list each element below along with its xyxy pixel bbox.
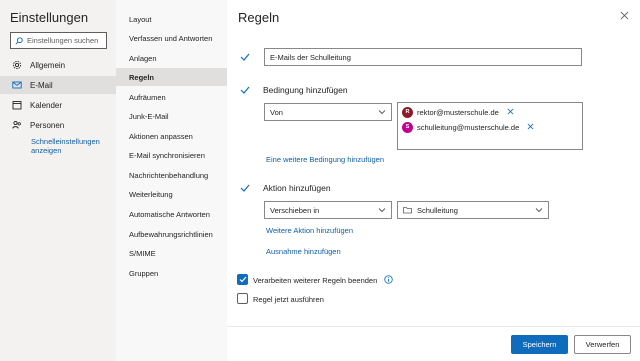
chevron-down-icon	[535, 206, 543, 214]
action-select[interactable]: Verschieben in	[264, 201, 392, 219]
action-label: Aktion hinzufügen	[263, 183, 331, 193]
nav-item-smime[interactable]: S/MIME	[116, 244, 227, 262]
nav-item-junk[interactable]: Junk-E-Mail	[116, 107, 227, 125]
category-label: Allgemein	[30, 60, 66, 70]
nav-item-aufraeumen[interactable]: Aufräumen	[116, 88, 227, 106]
nav-item-regeln[interactable]: Regeln	[116, 68, 227, 86]
avatar: R	[402, 106, 413, 118]
category-allgemein[interactable]: Allgemein	[0, 56, 116, 74]
folder-select[interactable]: Schulleitung	[397, 201, 549, 219]
gear-icon	[12, 60, 22, 70]
quick-settings-link[interactable]: Schnelleinstellungen anzeigen	[31, 137, 111, 155]
condition-select[interactable]: Von	[264, 103, 392, 121]
action-select-value: Verschieben in	[270, 205, 320, 215]
nav-item-anlagen[interactable]: Anlagen	[116, 49, 227, 67]
settings-title: Einstellungen	[10, 10, 89, 25]
nav-item-auto-antworten[interactable]: Automatische Antworten	[116, 205, 227, 223]
remove-recipient-icon[interactable]	[527, 123, 535, 131]
nav-item-layout[interactable]: Layout	[116, 10, 227, 28]
calendar-icon	[12, 100, 22, 110]
rule-name-input[interactable]: E-Mails der Schulleitung	[264, 48, 582, 66]
info-icon[interactable]	[384, 275, 393, 284]
avatar: S	[402, 121, 413, 133]
recipient-email: rektor@musterschule.de	[417, 107, 499, 117]
page-title: Regeln	[238, 10, 280, 25]
recipient-chip: S schulleitung@musterschule.de	[402, 121, 535, 133]
add-exception-link[interactable]: Ausnahme hinzufügen	[266, 247, 341, 256]
settings-sidebar: Einstellungen Einstellungen suchen Allge…	[0, 0, 116, 361]
condition-select-value: Von	[270, 107, 283, 117]
category-email[interactable]: E-Mail	[0, 76, 116, 94]
mail-settings-nav: Layout Verfassen und Antworten Anlagen R…	[116, 0, 227, 361]
run-now-checkbox[interactable]	[237, 293, 248, 304]
discard-button[interactable]: Verwerfen	[574, 335, 631, 354]
category-personen[interactable]: Personen	[0, 116, 116, 134]
mail-icon	[12, 80, 22, 90]
search-icon	[15, 36, 23, 45]
condition-label: Bedingung hinzufügen	[263, 85, 348, 95]
footer-divider	[227, 326, 640, 327]
nav-item-verfassen[interactable]: Verfassen und Antworten	[116, 29, 227, 47]
add-action-link[interactable]: Weitere Aktion hinzufügen	[266, 226, 353, 235]
category-kalender[interactable]: Kalender	[0, 96, 116, 114]
run-now-label: Regel jetzt ausführen	[253, 295, 324, 304]
chevron-down-icon	[378, 108, 386, 116]
recipient-chip: R rektor@musterschule.de	[402, 106, 515, 118]
checkmark-icon	[239, 51, 251, 63]
folder-select-value: Schulleitung	[417, 205, 458, 215]
add-condition-link[interactable]: Eine weitere Bedingung hinzufügen	[266, 155, 384, 164]
stop-processing-checkbox[interactable]	[237, 274, 248, 285]
chevron-down-icon	[378, 206, 386, 214]
folder-select-content: Schulleitung	[403, 206, 458, 215]
settings-search-input[interactable]: Einstellungen suchen	[10, 32, 107, 49]
checkmark-icon	[239, 182, 251, 194]
folder-icon	[403, 206, 412, 214]
nav-item-aktionen[interactable]: Aktionen anpassen	[116, 127, 227, 145]
category-label: E-Mail	[30, 80, 53, 90]
close-button[interactable]	[618, 10, 630, 22]
nav-item-weiterleitung[interactable]: Weiterleitung	[116, 185, 227, 203]
nav-item-gruppen[interactable]: Gruppen	[116, 264, 227, 282]
rule-editor: Regeln E-Mails der Schulleitung Bedingun…	[227, 0, 640, 361]
close-icon	[620, 11, 629, 22]
nav-item-aufbewahrung[interactable]: Aufbewahrungsrichtlinien	[116, 225, 227, 243]
category-label: Personen	[30, 120, 65, 130]
search-placeholder: Einstellungen suchen	[27, 36, 99, 45]
nav-item-nachrichten[interactable]: Nachrichtenbehandlung	[116, 166, 227, 184]
sender-recipient-field[interactable]: R rektor@musterschule.de S schulleitung@…	[397, 102, 583, 150]
category-label: Kalender	[30, 100, 63, 110]
people-icon	[12, 120, 22, 130]
stop-processing-label: Verarbeiten weiterer Regeln beenden	[253, 276, 378, 285]
checkmark-icon	[239, 84, 251, 96]
remove-recipient-icon[interactable]	[507, 108, 515, 116]
nav-item-sync[interactable]: E-Mail synchronisieren	[116, 146, 227, 164]
recipient-email: schulleitung@musterschule.de	[417, 122, 520, 132]
save-button[interactable]: Speichern	[511, 335, 568, 354]
